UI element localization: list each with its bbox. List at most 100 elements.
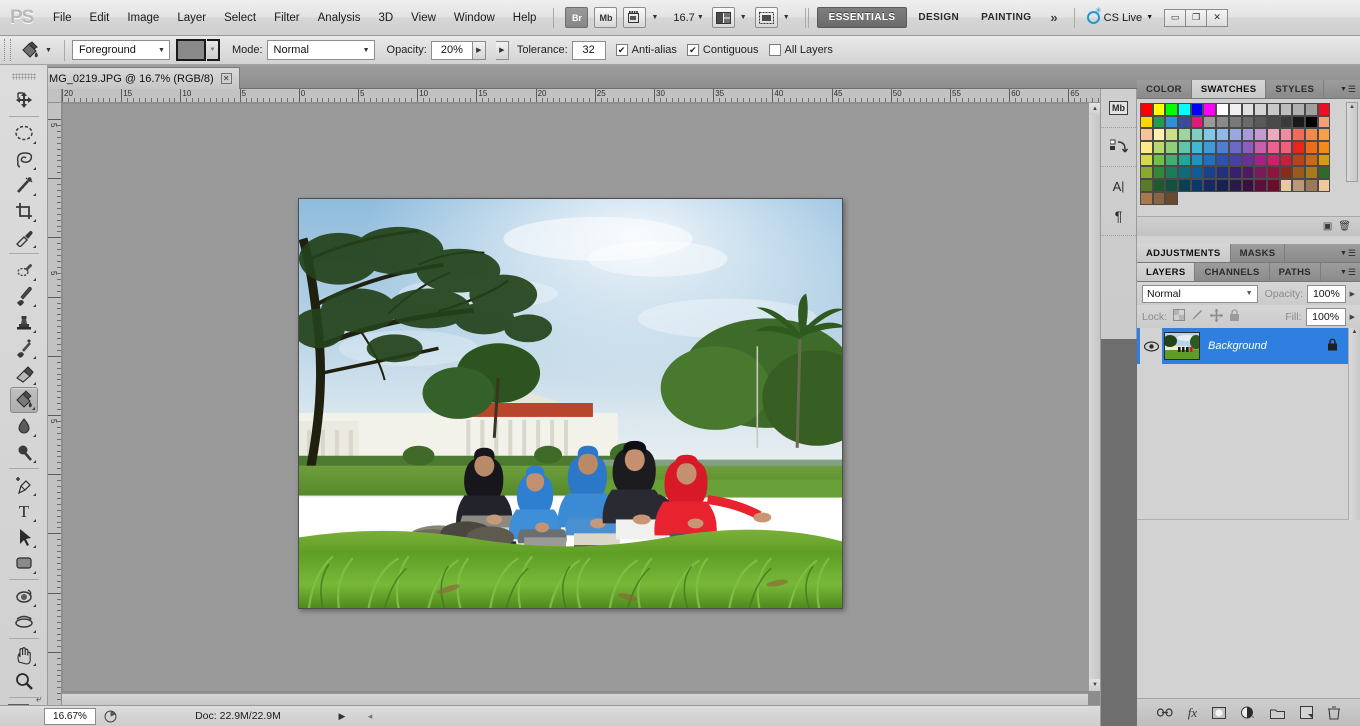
canvas-horizontal-scrollbar[interactable] [62,693,1088,705]
color-swatch[interactable] [1140,115,1153,129]
menu-view[interactable]: View [402,8,445,28]
color-swatch[interactable] [1203,141,1217,154]
contiguous-checkbox-row[interactable]: ✔ Contiguous [686,44,759,56]
color-swatch[interactable] [1304,128,1318,142]
layer-fill-slider-icon[interactable]: ▶ [1350,313,1355,321]
mini-bridge-icon[interactable]: Mb [594,7,618,28]
layers-scrollbar[interactable]: ▲ [1348,328,1360,520]
color-swatch[interactable] [1190,115,1204,129]
layer-visibility-toggle[interactable] [1140,328,1162,364]
layer-list[interactable]: Background ▲ [1137,328,1360,520]
color-swatch[interactable] [1254,128,1267,142]
color-swatch[interactable] [1266,166,1280,180]
anti-alias-checkbox-row[interactable]: ✔ Anti-alias [615,44,677,56]
color-swatch[interactable] [1266,141,1280,154]
color-swatch[interactable] [1216,166,1229,180]
paragraph-icon[interactable]: ¶ [1105,202,1133,230]
tab-layers[interactable]: LAYERS [1137,263,1196,281]
layer-opacity-slider-icon[interactable]: ▶ [1350,290,1355,298]
color-swatch[interactable] [1152,115,1166,129]
move-tool[interactable] [10,87,38,113]
color-swatch[interactable] [1241,128,1255,142]
paint-bucket-icon[interactable] [17,39,43,61]
delete-layer-icon[interactable] [1328,705,1341,720]
blend-mode-select[interactable]: Normal ▼ [266,40,375,60]
add-adjustment-icon[interactable] [1241,706,1255,719]
color-swatch[interactable] [1190,166,1204,180]
more-workspaces-icon[interactable]: » [1042,10,1065,25]
color-swatch[interactable] [1304,103,1318,116]
color-swatch[interactable] [1292,166,1305,180]
color-swatch[interactable] [1203,153,1217,167]
color-swatch[interactable] [1292,153,1305,167]
mini-bridge-icon[interactable]: Mb [1105,94,1133,122]
swap-colors-icon[interactable]: ⤶ [36,694,42,705]
color-swatch[interactable] [1140,153,1153,167]
workspace-design[interactable]: DESIGN [907,8,970,27]
status-menu-arrow-icon[interactable]: ▶ [334,708,350,724]
tab-styles[interactable]: STYLES [1266,80,1325,98]
color-swatch[interactable] [1203,103,1217,116]
color-swatch[interactable] [1178,179,1191,192]
contiguous-checkbox[interactable]: ✔ [686,44,699,56]
clone-stamp-tool[interactable] [10,309,38,335]
color-swatch[interactable] [1140,166,1153,180]
lasso-tool[interactable] [10,146,38,172]
tool-flyout-indicator-icon[interactable] [32,460,36,463]
rectangle-tool[interactable] [10,550,38,576]
color-swatch[interactable] [1165,166,1179,180]
color-swatch[interactable] [1165,103,1179,116]
tab-swatches[interactable]: SWATCHES [1191,80,1267,98]
zoom-tool[interactable] [10,668,38,694]
color-swatch[interactable] [1152,141,1166,154]
add-mask-icon[interactable] [1212,706,1227,719]
zoom-percent-input[interactable]: 16.67% [44,707,96,725]
new-swatch-icon[interactable]: ▣ [1323,221,1332,232]
opacity-input[interactable]: 20% [430,40,473,60]
zoom-chevron-down-icon[interactable]: ▼ [697,14,704,21]
tool-flyout-indicator-icon[interactable] [32,278,36,281]
color-swatch[interactable] [1266,103,1280,116]
color-swatch[interactable] [1241,141,1255,154]
view-extras-icon[interactable] [623,7,647,28]
color-swatch[interactable] [1228,128,1242,142]
color-panel-menu-icon[interactable]: ▼ ☰ [1340,84,1356,95]
menu-3d[interactable]: 3D [369,8,402,28]
color-swatch[interactable] [1165,115,1179,129]
close-button[interactable]: ✕ [1206,8,1229,27]
color-swatch[interactable] [1190,128,1204,142]
history-brush-tool[interactable] [10,335,38,361]
3d-rotate-tool[interactable] [10,583,38,609]
color-swatch[interactable] [1165,153,1179,167]
color-swatch[interactable] [1228,179,1242,192]
add-fx-icon[interactable]: fx [1188,705,1197,721]
3d-orbit-camera-tool[interactable] [10,609,38,635]
restore-button[interactable]: ❐ [1185,8,1208,27]
color-swatch[interactable] [1178,141,1191,154]
history-icon[interactable] [1105,133,1133,161]
image-canvas[interactable] [298,198,843,609]
color-swatch[interactable] [1140,141,1153,154]
color-swatch[interactable] [1279,103,1293,116]
lock-transparent-pixels-icon[interactable] [1173,309,1186,324]
spot-healing-brush-tool[interactable] [10,257,38,283]
color-swatch[interactable] [1317,166,1331,180]
all-layers-checkbox[interactable] [768,44,781,56]
color-swatch[interactable] [1216,141,1229,154]
color-swatch[interactable] [1317,115,1331,129]
blur-tool[interactable] [10,413,38,439]
magic-wand-tool[interactable] [10,172,38,198]
color-swatch[interactable] [1292,115,1305,129]
menu-filter[interactable]: Filter [265,8,309,28]
swatch-grid[interactable] [1137,99,1360,205]
layer-opacity-input[interactable]: 100% [1307,284,1346,303]
pattern-swatch[interactable] [175,39,206,61]
tool-flyout-indicator-icon[interactable] [32,330,36,333]
anti-alias-checkbox[interactable]: ✔ [615,44,628,56]
color-swatch[interactable] [1241,166,1255,180]
color-swatch[interactable] [1304,179,1318,192]
dodge-tool[interactable] [10,439,38,465]
color-swatch[interactable] [1304,141,1318,154]
tool-flyout-indicator-icon[interactable] [32,141,36,144]
view-extras-chevron-down-icon[interactable]: ▼ [651,14,658,21]
